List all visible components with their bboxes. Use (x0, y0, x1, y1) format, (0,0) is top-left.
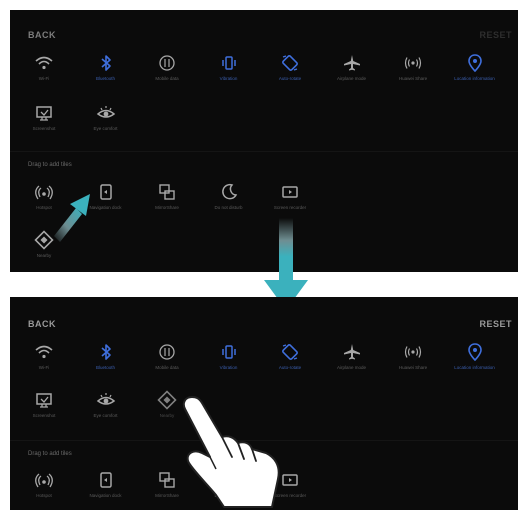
tile-label: Auto-rotate (278, 365, 302, 370)
tile-label: Navigation dock (89, 493, 122, 498)
tile-airplane[interactable]: Airplane mode (322, 53, 382, 82)
tile-label: Location information (454, 76, 495, 81)
reset-button[interactable]: RESET (479, 30, 512, 40)
screen-recorder-icon (282, 474, 298, 486)
location-icon (467, 343, 482, 362)
tile-auto-rotate[interactable]: Auto-rotate (260, 53, 320, 82)
tile-label: Location information (454, 365, 495, 370)
tile-vibration[interactable]: Vibration (199, 53, 259, 82)
eye-comfort-icon (96, 393, 115, 405)
tile-navigation-dock[interactable]: Navigation dock (76, 470, 136, 499)
bluetooth-icon (100, 55, 111, 71)
airplane-icon (343, 344, 360, 360)
tile-auto-rotate[interactable]: Auto-rotate (260, 342, 320, 371)
tile-screenshot[interactable]: Screenshot (14, 390, 74, 419)
vibration-icon (221, 345, 236, 359)
hotspot-icon (35, 473, 53, 488)
bluetooth-icon (100, 344, 111, 360)
tile-label: Vibration (219, 365, 238, 370)
tile-label: Wi-Fi (38, 365, 50, 370)
wifi-icon (35, 345, 53, 359)
tile-screen-recorder[interactable]: Screen recorder (260, 182, 320, 211)
location-icon (467, 54, 482, 73)
tile-label: Huawei Share (398, 365, 428, 370)
pointing-hand-icon (182, 396, 280, 508)
tile-eye-comfort[interactable]: Eye comfort (76, 103, 136, 132)
tile-label: Screenshot (32, 126, 56, 131)
mirrorshare-icon (159, 184, 175, 200)
tile-mirrorshare[interactable]: MirrorShare (137, 182, 197, 211)
eye-comfort-icon (96, 106, 115, 118)
tile-label: Screen recorder (273, 205, 307, 210)
tile-hotspot[interactable]: Hotspot (14, 470, 74, 499)
airplane-icon (343, 55, 360, 71)
reset-button[interactable]: RESET (479, 319, 512, 329)
tile-label: Wi-Fi (38, 76, 50, 81)
tile-label: Eye comfort (93, 413, 118, 418)
drag-to-add-label: Drag to add tiles (28, 451, 72, 457)
tile-bluetooth[interactable]: Bluetooth (76, 342, 136, 371)
tile-label: Bluetooth (95, 365, 115, 370)
auto-rotate-icon (282, 344, 298, 360)
tile-huawei-share[interactable]: Huawei Share (383, 342, 443, 371)
tile-location[interactable]: Location information (445, 53, 505, 82)
mirrorshare-icon (159, 472, 175, 488)
tile-huawei-share[interactable]: Huawei Share (383, 53, 443, 82)
tile-label: Bluetooth (95, 76, 115, 81)
tile-label: Auto-rotate (278, 76, 302, 81)
screenshot-icon (36, 393, 52, 408)
tile-label: Vibration (219, 76, 238, 81)
tile-label: Airplane mode (336, 76, 367, 81)
tile-label: Nearby (36, 253, 52, 258)
screenshot-icon (36, 106, 52, 121)
tile-label: Huawei Share (398, 76, 428, 81)
tile-wifi[interactable]: Wi-Fi (14, 53, 74, 82)
tile-airplane[interactable]: Airplane mode (322, 342, 382, 371)
tile-wifi[interactable]: Wi-Fi (14, 342, 74, 371)
tile-label: Do not disturb (214, 205, 243, 210)
tile-screenshot[interactable]: Screenshot (14, 103, 74, 132)
do-not-disturb-icon (221, 183, 237, 200)
huawei-share-icon (404, 57, 422, 69)
tile-label: Eye comfort (93, 126, 118, 131)
tile-label: MirrorShare (155, 205, 179, 210)
screen-recorder-icon (282, 186, 298, 198)
tile-vibration[interactable]: Vibration (199, 342, 259, 371)
mobile-data-icon (159, 344, 175, 360)
tile-label: Airplane mode (336, 365, 367, 370)
mobile-data-icon (159, 55, 175, 71)
section-divider (10, 151, 518, 152)
back-button[interactable]: BACK (28, 319, 56, 329)
nearby-icon (157, 390, 177, 410)
tile-mobile-data[interactable]: Mobile data (137, 342, 197, 371)
tile-label: Screenshot (32, 413, 56, 418)
huawei-share-icon (404, 346, 422, 358)
navigation-dock-icon (99, 472, 112, 488)
auto-rotate-icon (282, 55, 298, 71)
vibration-icon (221, 56, 236, 70)
drag-to-add-label: Drag to add tiles (28, 162, 72, 168)
navigation-dock-icon (99, 184, 112, 200)
tile-do-not-disturb[interactable]: Do not disturb (199, 182, 259, 211)
tile-label: Mobile data (155, 76, 179, 81)
wifi-icon (35, 56, 53, 70)
tile-label: Mobile data (155, 365, 179, 370)
tile-mobile-data[interactable]: Mobile data (137, 53, 197, 82)
tile-eye-comfort[interactable]: Eye comfort (76, 390, 136, 419)
back-button[interactable]: BACK (28, 30, 56, 40)
drag-arrow-icon (54, 194, 90, 242)
tile-location[interactable]: Location information (445, 342, 505, 371)
tile-bluetooth[interactable]: Bluetooth (76, 53, 136, 82)
tile-label: Hotspot (36, 493, 52, 498)
